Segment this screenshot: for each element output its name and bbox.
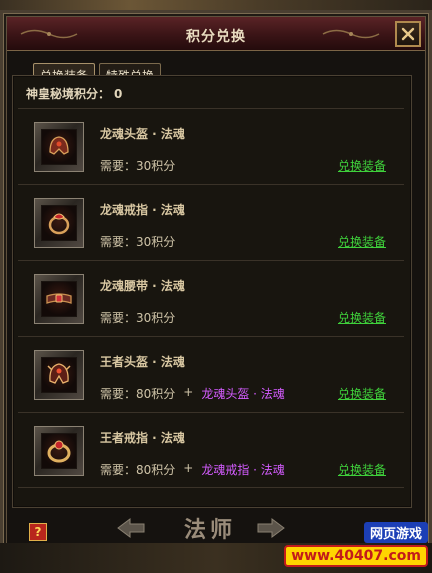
helmet-icon (47, 363, 71, 384)
item-name: 龙魂戒指 · 法魂 (100, 203, 185, 217)
item-requirement: 需要：30积分 (100, 233, 175, 250)
help-button[interactable]: ? (29, 523, 47, 541)
class-label: 法师 (183, 517, 236, 543)
item-cost: 需要：80积分 (100, 463, 176, 477)
exchange-equipment-link[interactable]: 兑换装备 (338, 309, 386, 326)
item-name: 王者头盔 · 法魂 (100, 355, 185, 369)
item-slot[interactable] (34, 350, 84, 400)
item-requirement: 需要：80积分 + 龙魂戒指 · 法魂 (100, 461, 285, 478)
item-name: 龙魂腰带 · 法魂 (100, 279, 185, 293)
list-item: 龙魂戒指 · 法魂 需要：30积分 兑换装备 (18, 184, 404, 260)
ring-icon (47, 440, 71, 463)
belt-icon (46, 293, 72, 304)
points-display: 神皇秘境积分： 0 (26, 85, 122, 102)
watermark-top-text: 网页游戏 (363, 522, 428, 543)
helmet-icon (49, 136, 69, 155)
exchange-equipment-link[interactable]: 兑换装备 (338, 233, 386, 250)
item-name: 龙魂头盔 · 法魂 (100, 127, 185, 141)
item-cost: 需要：30积分 (100, 311, 176, 325)
ornament-right-icon (322, 29, 380, 39)
list-item: 王者戒指 · 法魂 需要：80积分 + 龙魂戒指 · 法魂 兑换装备 (18, 412, 404, 488)
required-item: 龙魂头盔 · 法魂 (201, 387, 285, 401)
close-icon (401, 27, 415, 41)
plus-sign: + (183, 461, 194, 475)
dialog-titlebar: 积分兑换 (7, 17, 425, 51)
item-slot[interactable] (34, 122, 84, 172)
item-requirement: 需要：80积分 + 龙魂头盔 · 法魂 (100, 385, 285, 402)
item-name: 王者戒指 · 法魂 (100, 431, 185, 445)
points-label: 神皇秘境积分： (26, 87, 111, 101)
list-item: 王者头盔 · 法魂 需要：80积分 + 龙魂头盔 · 法魂 兑换装备 (18, 336, 404, 412)
required-item: 龙魂戒指 · 法魂 (201, 463, 285, 477)
item-cost: 需要：80积分 (100, 387, 176, 401)
points-value: 0 (114, 87, 123, 101)
item-slot[interactable] (34, 198, 84, 248)
item-requirement: 需要：30积分 (100, 309, 175, 326)
watermark-url-text: www.40407.com (284, 545, 428, 567)
site-watermark: 网页游戏 www.40407.com (284, 517, 432, 573)
item-cost: 需要：30积分 (100, 159, 176, 173)
plus-sign: + (183, 385, 194, 399)
list-item: 龙魂头盔 · 法魂 需要：30积分 兑换装备 (18, 108, 404, 184)
exchange-item-list: 龙魂头盔 · 法魂 需要：30积分 兑换装备 龙魂戒指 · 法魂 需要：30积分… (18, 108, 404, 488)
ring-icon (48, 213, 70, 235)
item-slot[interactable] (34, 274, 84, 324)
list-item: 龙魂腰带 · 法魂 需要：30积分 兑换装备 (18, 260, 404, 336)
item-requirement: 需要：30积分 (100, 157, 175, 174)
item-slot[interactable] (34, 426, 84, 476)
item-cost: 需要：30积分 (100, 235, 176, 249)
prev-class-arrow-icon[interactable] (116, 517, 146, 539)
close-button[interactable] (395, 21, 421, 47)
exchange-equipment-link[interactable]: 兑换装备 (338, 385, 386, 402)
next-class-arrow-icon[interactable] (256, 517, 286, 539)
exchange-equipment-link[interactable]: 兑换装备 (338, 461, 386, 478)
exchange-equipment-link[interactable]: 兑换装备 (338, 157, 386, 174)
